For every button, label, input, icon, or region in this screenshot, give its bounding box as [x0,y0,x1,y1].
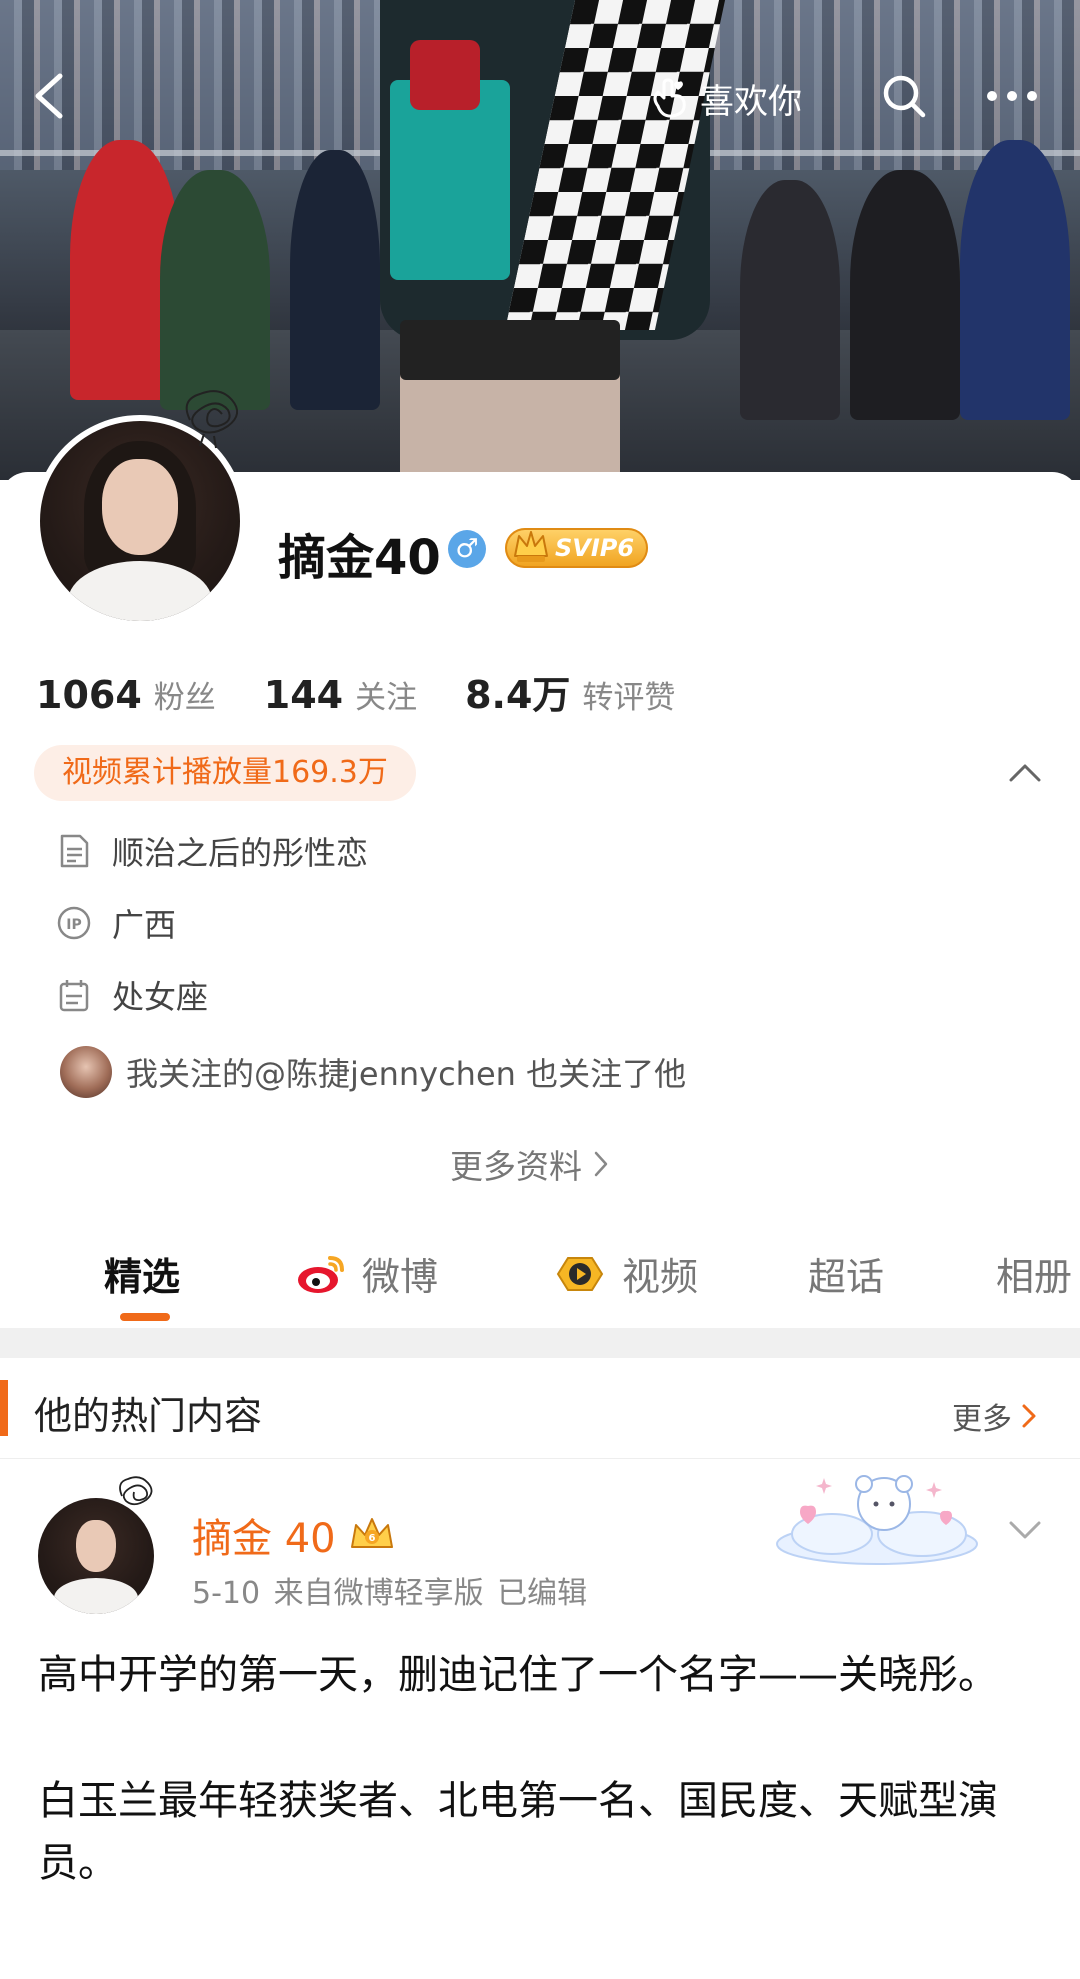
stat-label: 关注 [355,680,418,716]
profile-tabs: 精选 微博 视频 超话 相册 [0,1226,1080,1322]
stat-value: 1064 [36,673,142,717]
post-author-row[interactable]: 摘金 40 6 [192,1506,396,1564]
stat-label: 转评赞 [582,680,676,716]
more-label: 更多 [952,1402,1012,1437]
weibo-logo-icon [298,1255,344,1293]
crown-badge-icon: 6 [350,1518,393,1548]
hand-heart-icon [653,78,686,118]
like-you-label: 喜欢你 [700,81,802,122]
mutual-friend-avatar [60,1046,112,1098]
calendar-icon [59,980,89,1012]
tab-video[interactable]: 视频 [552,1246,698,1301]
tab-label: 微博 [362,1255,439,1299]
tab-weibo[interactable]: 微博 [296,1246,438,1301]
stat-value: 144 [263,673,344,717]
bystander-figure [160,170,270,410]
tab-label: 视频 [622,1255,699,1299]
post-paragraph: 白玉兰最年轻获奖者、北电第一名、国民度、天赋型演员。 [38,1778,998,1886]
chevron-up-icon[interactable] [1008,760,1042,784]
tab-label: 相册 [996,1255,1073,1299]
post-meta: 5-10 来自微博轻享版 已编辑 [192,1576,588,1611]
zodiac-row: 处女座 [56,972,208,1018]
bio-row: 顺治之后的彤性恋 [56,828,368,874]
shorts [400,320,620,380]
tab-label: 超话 [808,1255,885,1299]
tab-label: 精选 [104,1255,181,1299]
chevron-right-icon [1022,1404,1036,1428]
stat-value: 8.4万 [465,673,571,717]
bystander-figure [740,180,840,420]
hot-content-more-link[interactable]: 更多 [952,1394,1038,1438]
bio-text: 顺治之后的彤性恋 [112,834,369,872]
tab-super-topic[interactable]: 超话 [808,1246,884,1301]
profile-stats: 1064 粉丝 144 关注 8.4万 转评赞 [36,664,723,719]
interactions-stat[interactable]: 8.4万 转评赞 [465,664,675,719]
chevron-down-icon[interactable] [1008,1518,1042,1542]
ip-location-row: IP 广西 [56,900,176,946]
ip-icon: IP [57,906,91,940]
document-icon [60,834,89,868]
stat-label: 粉丝 [153,680,216,716]
profile-name: 摘金40 [278,530,441,586]
crown-icon [514,531,548,562]
svg-text:IP: IP [66,917,81,933]
scribble-decoration-icon [185,390,239,449]
tab-featured[interactable]: 精选 [104,1246,180,1301]
like-you-button[interactable]: 喜欢你 [648,76,802,122]
post-body[interactable]: 高中开学的第一天，删迪记住了一个名字——关晓彤。 白玉兰最年轻获奖者、北电第一名… [38,1644,1038,1958]
following-stat[interactable]: 144 关注 [264,672,417,717]
hot-content-title: 他的热门内容 [34,1394,263,1438]
post-author-avatar[interactable] [38,1498,154,1614]
more-info-link[interactable]: 更多资料 [450,1140,610,1188]
more-info-label: 更多资料 [450,1147,582,1186]
more-options-icon[interactable] [984,72,1040,120]
chevron-right-icon [594,1151,608,1177]
svip-badge[interactable]: SVIP6 [505,528,649,568]
cloud-bear-sticker-icon [776,1475,978,1565]
male-gender-icon: ♂ [448,530,486,568]
active-tab-indicator [120,1313,170,1321]
section-accent-bar [0,1380,8,1436]
section-divider [0,1328,1080,1358]
svg-text:6: 6 [368,1533,375,1544]
mutual-follow-row[interactable]: 我关注的@陈捷jennychen 也关注了他 [60,1046,686,1098]
post-paragraph: 高中开学的第一天，删迪记住了一个名字——关晓彤。 [38,1652,998,1698]
tab-album[interactable]: 相册 [996,1246,1072,1301]
svip-label: SVIP6 [555,534,635,562]
top-navigation-bar: 喜欢你 [0,0,1080,190]
zodiac-text: 处女座 [112,978,209,1016]
mutual-follow-text: 我关注的@陈捷jennychen 也关注了他 [126,1055,687,1093]
video-play-icon [556,1256,604,1291]
post-author-name: 摘金 40 [192,1516,336,1562]
followers-stat[interactable]: 1064 粉丝 [36,672,216,717]
search-icon[interactable] [880,72,928,120]
video-play-count-pill[interactable]: 视频累计播放量169.3万 [34,745,416,801]
bystander-figure [850,170,960,420]
back-arrow-icon[interactable] [30,72,70,120]
scribble-decoration-icon [119,1476,153,1506]
ip-location-text: 广西 [112,906,177,944]
